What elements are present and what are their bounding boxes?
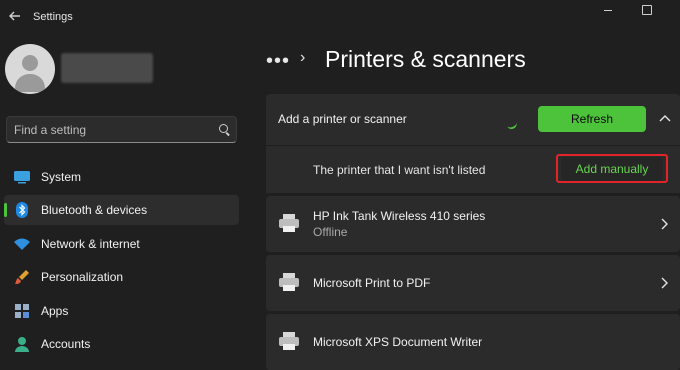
printer-name: Microsoft XPS Document Writer <box>313 335 483 349</box>
title-bar: Settings <box>0 0 680 36</box>
loading-spinner-icon <box>505 119 519 131</box>
sidebar-item-network-internet[interactable]: Network & internet <box>4 229 239 259</box>
search-icon[interactable] <box>219 124 228 133</box>
sidebar-item-label: Bluetooth & devices <box>41 203 148 217</box>
printer-icon <box>278 213 300 233</box>
maximize-icon[interactable] <box>642 5 652 15</box>
sidebar-item-personalization[interactable]: Personalization <box>4 262 239 292</box>
breadcrumb-separator: › <box>300 49 306 66</box>
page-title: Printers & scanners <box>325 46 526 72</box>
avatar[interactable] <box>5 44 55 94</box>
minimize-icon[interactable] <box>602 5 614 15</box>
sidebar-item-label: Apps <box>41 304 69 318</box>
sidebar-item-apps[interactable]: Apps <box>4 296 239 326</box>
sidebar-item-label: System <box>41 170 82 184</box>
add-printer-label: Add a printer or scanner <box>278 112 407 126</box>
printer-item[interactable]: Microsoft XPS Document Writer <box>266 314 680 370</box>
chevron-right-icon[interactable] <box>658 217 670 231</box>
printer-icon <box>278 331 300 351</box>
system-icon <box>13 168 31 186</box>
add-printer-panel: Add a printer or scanner Refresh <box>266 94 680 145</box>
printer-icon <box>278 272 300 292</box>
printer-status: Offline <box>313 225 348 239</box>
chevron-up-icon[interactable] <box>658 112 672 126</box>
refresh-button[interactable]: Refresh <box>538 106 646 132</box>
highlight-box <box>556 154 668 183</box>
breadcrumb-more-button[interactable]: ••• <box>266 50 290 73</box>
apps-icon <box>13 302 31 320</box>
printer-not-listed-label: The printer that I want isn't listed <box>313 163 486 177</box>
avatar-head <box>22 55 38 71</box>
bluetooth-icon <box>13 201 31 219</box>
search-box[interactable] <box>6 116 237 143</box>
sidebar-item-system[interactable]: System <box>4 162 239 192</box>
printer-item[interactable]: HP Ink Tank Wireless 410 series Offline <box>266 196 680 252</box>
back-arrow-icon[interactable] <box>6 9 24 27</box>
wifi-icon <box>13 235 31 253</box>
accounts-icon <box>13 335 31 353</box>
sidebar-item-bluetooth-devices[interactable]: Bluetooth & devices <box>4 195 239 225</box>
active-indicator <box>4 203 7 217</box>
chevron-right-icon[interactable] <box>658 276 670 290</box>
app-title: Settings <box>33 11 73 23</box>
printer-item[interactable]: Microsoft Print to PDF <box>266 255 680 311</box>
printer-name: Microsoft Print to PDF <box>313 276 431 290</box>
printer-not-listed-row: The printer that I want isn't listed Add… <box>266 146 680 193</box>
sidebar-item-label: Personalization <box>41 270 124 284</box>
sidebar-item-label: Accounts <box>41 337 91 351</box>
sidebar-item-label: Network & internet <box>41 237 140 251</box>
brush-icon <box>13 268 31 286</box>
blurred-username <box>61 53 153 83</box>
search-input[interactable] <box>14 121 204 139</box>
avatar-body <box>15 74 45 92</box>
sidebar-item-accounts[interactable]: Accounts <box>4 329 239 359</box>
printer-name: HP Ink Tank Wireless 410 series <box>313 209 486 223</box>
